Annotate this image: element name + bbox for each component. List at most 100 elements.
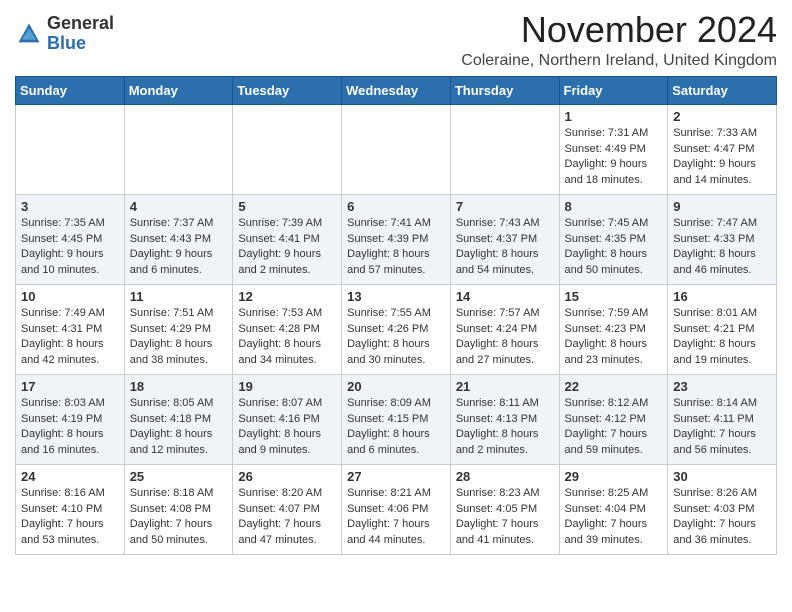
logo-text: General Blue	[47, 14, 114, 54]
calendar-week-4: 24Sunrise: 8:16 AMSunset: 4:10 PMDayligh…	[16, 464, 777, 554]
day-info: Sunrise: 8:01 AMSunset: 4:21 PMDaylight:…	[673, 306, 771, 370]
calendar-cell: 23 Sunrise: 8:14 AMSunset: 4:11 PMDayligh…	[668, 374, 777, 464]
day-info: Sunrise: 7:53 AMSunset: 4:28 PMDaylight:…	[238, 306, 336, 370]
weekday-header-row: SundayMondayTuesdayWednesdayThursdayFrid…	[16, 76, 777, 104]
logo-general: General	[47, 13, 114, 33]
day-number: 14	[456, 289, 554, 304]
day-info: Sunrise: 7:43 AMSunset: 4:37 PMDaylight:…	[456, 216, 554, 280]
day-info: Sunrise: 7:57 AMSunset: 4:24 PMDaylight:…	[456, 306, 554, 370]
day-number: 3	[21, 199, 119, 214]
day-number: 30	[673, 469, 771, 484]
day-number: 29	[565, 469, 663, 484]
day-number: 11	[130, 289, 228, 304]
weekday-header-monday: Monday	[124, 76, 233, 104]
calendar-cell	[450, 104, 559, 194]
calendar-cell: 30 Sunrise: 8:26 AMSunset: 4:03 PMDayligh…	[668, 464, 777, 554]
calendar-cell: 4 Sunrise: 7:37 AMSunset: 4:43 PMDaylight…	[124, 194, 233, 284]
calendar-body: 1Sunrise: 7:31 AMSunset: 4:49 PMDaylight…	[16, 104, 777, 554]
day-info: Sunrise: 7:35 AMSunset: 4:45 PMDaylight:…	[21, 216, 119, 280]
calendar-cell: 16 Sunrise: 8:01 AMSunset: 4:21 PMDayligh…	[668, 284, 777, 374]
calendar-cell	[342, 104, 451, 194]
calendar-cell: 19 Sunrise: 8:07 AMSunset: 4:16 PMDayligh…	[233, 374, 342, 464]
day-info: Sunrise: 7:37 AMSunset: 4:43 PMDaylight:…	[130, 216, 228, 280]
day-number: 27	[347, 469, 445, 484]
day-info: Sunrise: 7:49 AMSunset: 4:31 PMDaylight:…	[21, 306, 119, 370]
calendar-week-2: 10 Sunrise: 7:49 AMSunset: 4:31 PMDayligh…	[16, 284, 777, 374]
calendar-cell: 13Sunrise: 7:55 AMSunset: 4:26 PMDayligh…	[342, 284, 451, 374]
calendar-cell: 11 Sunrise: 7:51 AMSunset: 4:29 PMDayligh…	[124, 284, 233, 374]
day-number: 19	[238, 379, 336, 394]
day-number: 25	[130, 469, 228, 484]
day-number: 17	[21, 379, 119, 394]
day-info: Sunrise: 7:51 AMSunset: 4:29 PMDaylight:…	[130, 306, 228, 370]
calendar-cell: 10 Sunrise: 7:49 AMSunset: 4:31 PMDayligh…	[16, 284, 125, 374]
day-info: Sunrise: 7:47 AMSunset: 4:33 PMDaylight:…	[673, 216, 771, 280]
day-info: Sunrise: 8:21 AMSunset: 4:06 PMDaylight:…	[347, 486, 445, 550]
day-number: 20	[347, 379, 445, 394]
weekday-header-tuesday: Tuesday	[233, 76, 342, 104]
day-number: 12	[238, 289, 336, 304]
day-info: Sunrise: 8:11 AMSunset: 4:13 PMDaylight:…	[456, 396, 554, 460]
weekday-header-friday: Friday	[559, 76, 668, 104]
calendar-cell	[124, 104, 233, 194]
calendar-week-3: 17 Sunrise: 8:03 AMSunset: 4:19 PMDayligh…	[16, 374, 777, 464]
weekday-header-thursday: Thursday	[450, 76, 559, 104]
day-info: Sunrise: 8:18 AMSunset: 4:08 PMDaylight:…	[130, 486, 228, 550]
weekday-header-sunday: Sunday	[16, 76, 125, 104]
day-number: 26	[238, 469, 336, 484]
calendar-cell: 21 Sunrise: 8:11 AMSunset: 4:13 PMDayligh…	[450, 374, 559, 464]
calendar-cell: 25 Sunrise: 8:18 AMSunset: 4:08 PMDayligh…	[124, 464, 233, 554]
day-number: 21	[456, 379, 554, 394]
location: Coleraine, Northern Ireland, United King…	[461, 52, 777, 70]
calendar-cell: 26 Sunrise: 8:20 AMSunset: 4:07 PMDayligh…	[233, 464, 342, 554]
day-info: Sunrise: 8:09 AMSunset: 4:15 PMDaylight:…	[347, 396, 445, 460]
calendar-cell: 18 Sunrise: 8:05 AMSunset: 4:18 PMDayligh…	[124, 374, 233, 464]
calendar-cell: 24Sunrise: 8:16 AMSunset: 4:10 PMDayligh…	[16, 464, 125, 554]
day-number: 15	[565, 289, 663, 304]
calendar-cell: 29 Sunrise: 8:25 AMSunset: 4:04 PMDayligh…	[559, 464, 668, 554]
calendar-header: SundayMondayTuesdayWednesdayThursdayFrid…	[16, 76, 777, 104]
page-header: General Blue November 2024 Coleraine, No…	[15, 10, 777, 70]
calendar-cell: 1Sunrise: 7:31 AMSunset: 4:49 PMDaylight…	[559, 104, 668, 194]
title-block: November 2024 Coleraine, Northern Irelan…	[461, 10, 777, 70]
calendar-cell: 22Sunrise: 8:12 AMSunset: 4:12 PMDayligh…	[559, 374, 668, 464]
logo-blue: Blue	[47, 33, 86, 53]
logo-icon	[15, 20, 43, 48]
day-number: 5	[238, 199, 336, 214]
calendar-cell: 3 Sunrise: 7:35 AMSunset: 4:45 PMDaylight…	[16, 194, 125, 284]
day-number: 1	[565, 109, 663, 124]
day-number: 10	[21, 289, 119, 304]
weekday-header-saturday: Saturday	[668, 76, 777, 104]
day-number: 9	[673, 199, 771, 214]
day-info: Sunrise: 8:20 AMSunset: 4:07 PMDaylight:…	[238, 486, 336, 550]
day-number: 23	[673, 379, 771, 394]
day-info: Sunrise: 8:25 AMSunset: 4:04 PMDaylight:…	[565, 486, 663, 550]
calendar-cell: 17 Sunrise: 8:03 AMSunset: 4:19 PMDayligh…	[16, 374, 125, 464]
day-info: Sunrise: 8:12 AMSunset: 4:12 PMDaylight:…	[565, 396, 663, 460]
calendar-cell: 27 Sunrise: 8:21 AMSunset: 4:06 PMDayligh…	[342, 464, 451, 554]
calendar-cell: 15 Sunrise: 7:59 AMSunset: 4:23 PMDayligh…	[559, 284, 668, 374]
calendar-cell	[16, 104, 125, 194]
day-number: 18	[130, 379, 228, 394]
day-info: Sunrise: 8:14 AMSunset: 4:11 PMDaylight:…	[673, 396, 771, 460]
month-title: November 2024	[461, 10, 777, 50]
calendar-cell: 28Sunrise: 8:23 AMSunset: 4:05 PMDayligh…	[450, 464, 559, 554]
weekday-header-wednesday: Wednesday	[342, 76, 451, 104]
day-info: Sunrise: 8:05 AMSunset: 4:18 PMDaylight:…	[130, 396, 228, 460]
day-info: Sunrise: 8:26 AMSunset: 4:03 PMDaylight:…	[673, 486, 771, 550]
calendar-cell: 2 Sunrise: 7:33 AMSunset: 4:47 PMDaylight…	[668, 104, 777, 194]
calendar-cell: 14 Sunrise: 7:57 AMSunset: 4:24 PMDayligh…	[450, 284, 559, 374]
day-info: Sunrise: 7:59 AMSunset: 4:23 PMDaylight:…	[565, 306, 663, 370]
calendar-cell	[233, 104, 342, 194]
day-number: 8	[565, 199, 663, 214]
day-number: 2	[673, 109, 771, 124]
day-info: Sunrise: 8:07 AMSunset: 4:16 PMDaylight:…	[238, 396, 336, 460]
day-number: 4	[130, 199, 228, 214]
day-number: 16	[673, 289, 771, 304]
day-info: Sunrise: 7:45 AMSunset: 4:35 PMDaylight:…	[565, 216, 663, 280]
day-info: Sunrise: 8:03 AMSunset: 4:19 PMDaylight:…	[21, 396, 119, 460]
day-info: Sunrise: 7:33 AMSunset: 4:47 PMDaylight:…	[673, 126, 771, 190]
calendar-cell: 5Sunrise: 7:39 AMSunset: 4:41 PMDaylight…	[233, 194, 342, 284]
day-number: 28	[456, 469, 554, 484]
logo: General Blue	[15, 14, 114, 54]
